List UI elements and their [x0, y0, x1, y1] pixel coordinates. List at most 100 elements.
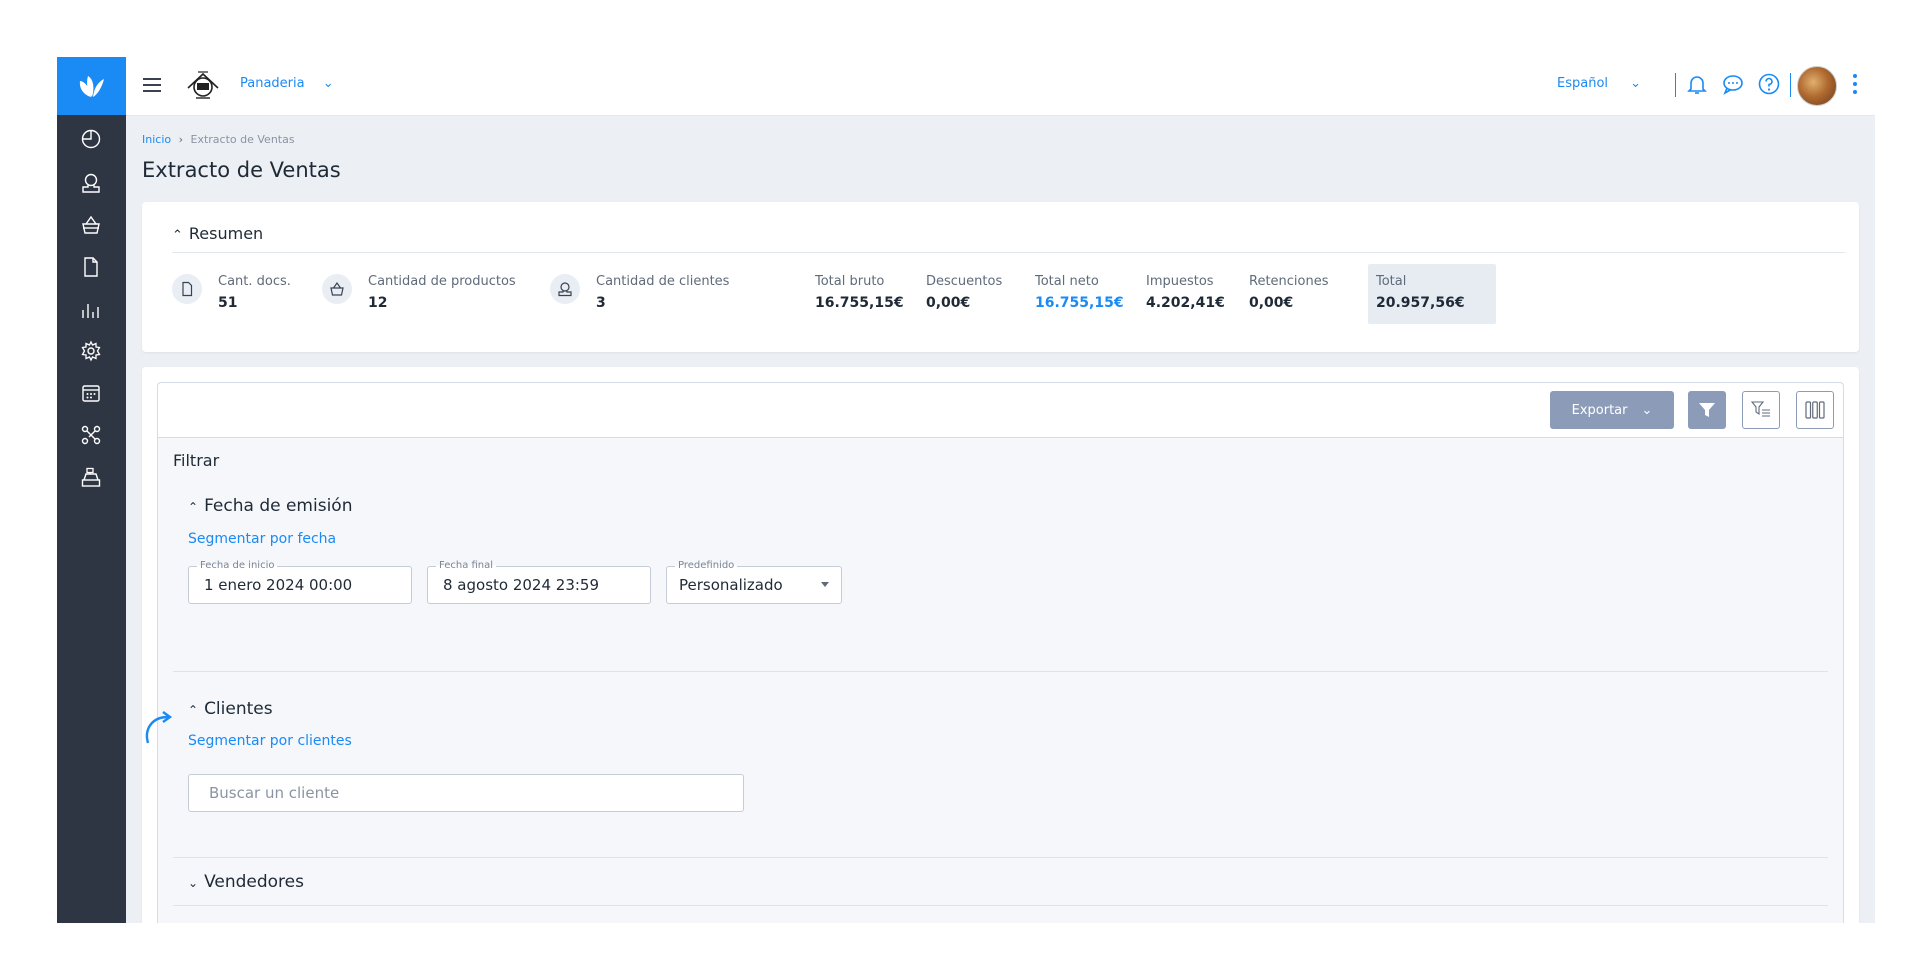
field-label: Fecha final	[436, 560, 497, 571]
menu-icon[interactable]	[143, 76, 161, 92]
breadcrumb-current: Extracto de Ventas	[190, 133, 295, 146]
stat-net: Total neto 16.755,15€	[1035, 274, 1124, 311]
document-icon[interactable]	[79, 255, 103, 279]
cash-register-icon[interactable]	[79, 465, 103, 489]
company-name: Panaderia	[240, 76, 305, 91]
stat-label: Total neto	[1035, 274, 1099, 289]
app-window: Panaderia ⌄ Español ⌄ Inicio › Extracto …	[57, 57, 1875, 923]
more-vertical-icon[interactable]	[1852, 74, 1858, 96]
chevron-up-icon: ⌃	[172, 228, 183, 243]
sellers-section-title: Vendedores	[204, 872, 304, 892]
chevron-down-icon: ⌄	[1641, 402, 1653, 418]
app-logo[interactable]	[57, 57, 126, 115]
toolbar: Exportar ⌄	[158, 383, 1843, 438]
basket-icon[interactable]	[79, 213, 103, 237]
stat-docs: Cant. docs. 51	[218, 274, 291, 311]
sellers-section-toggle[interactable]: ⌄ Vendedores	[188, 872, 304, 892]
stat-discounts: Descuentos 0,00€	[926, 274, 1002, 311]
calendar-icon[interactable]	[79, 381, 103, 405]
divider	[1790, 73, 1791, 97]
stat-value: 3	[596, 295, 606, 311]
filter-button[interactable]	[1688, 391, 1726, 429]
stat-label: Total	[1376, 274, 1407, 289]
columns-icon	[1805, 401, 1825, 419]
dropdown-arrow-icon	[821, 582, 829, 587]
segment-by-date-link[interactable]: Segmentar por fecha	[188, 531, 336, 547]
stat-value: 0,00€	[926, 295, 971, 311]
export-button[interactable]: Exportar ⌄	[1550, 391, 1674, 429]
filter-settings-button[interactable]	[1742, 391, 1780, 429]
summary-toggle[interactable]: ⌃ Resumen	[172, 224, 263, 243]
help-icon[interactable]	[1757, 72, 1781, 96]
stat-total: Total 20.957,56€	[1376, 274, 1465, 311]
preset-select[interactable]: Predefinido Personalizado	[666, 560, 842, 604]
sidebar	[57, 115, 126, 923]
start-date-field[interactable]: Fecha de inicio 1 enero 2024 00:00	[188, 560, 412, 604]
clients-section-toggle[interactable]: ⌃ Clientes	[188, 699, 273, 719]
bell-icon[interactable]	[1685, 72, 1709, 96]
columns-button[interactable]	[1796, 391, 1834, 429]
stat-products: Cantidad de productos 12	[368, 274, 516, 311]
stat-value: 0,00€	[1249, 295, 1294, 311]
filter-list-icon	[1751, 401, 1770, 417]
curved-arrow-icon	[142, 703, 186, 747]
breadcrumb: Inicio › Extracto de Ventas	[142, 133, 295, 146]
integrations-icon[interactable]	[79, 423, 103, 447]
stat-label: Cantidad de productos	[368, 274, 516, 289]
chevron-up-icon: ⌃	[188, 703, 199, 717]
breadcrumb-home[interactable]: Inicio	[142, 133, 171, 146]
date-section-title: Fecha de emisión	[204, 496, 353, 516]
main-content: Inicio › Extracto de Ventas Extracto de …	[126, 115, 1875, 923]
user-icon	[550, 274, 580, 304]
divider	[172, 252, 1845, 253]
date-section-toggle[interactable]: ⌃ Fecha de emisión	[188, 496, 352, 516]
filter-icon	[1699, 403, 1715, 417]
company-logo	[184, 66, 222, 104]
client-search-input[interactable]: Buscar un cliente	[188, 774, 744, 812]
basket-icon	[322, 274, 352, 304]
stat-value: 4.202,41€	[1146, 295, 1225, 311]
stat-label: Descuentos	[926, 274, 1003, 289]
divider	[173, 857, 1828, 858]
breadcrumb-separator: ›	[178, 133, 184, 146]
stat-label: Cant. docs.	[218, 274, 291, 289]
user-icon[interactable]	[79, 171, 103, 195]
avatar[interactable]	[1797, 66, 1837, 106]
export-label: Exportar	[1571, 402, 1628, 418]
field-value: 1 enero 2024 00:00	[204, 576, 353, 594]
stat-label: Retenciones	[1249, 274, 1329, 289]
document-icon	[172, 274, 202, 304]
chevron-down-icon: ⌄	[1630, 76, 1642, 91]
end-date-field[interactable]: Fecha final 8 agosto 2024 23:59	[427, 560, 651, 604]
divider	[1675, 73, 1676, 97]
stat-taxes: Impuestos 4.202,41€	[1146, 274, 1225, 311]
stat-label: Cantidad de clientes	[596, 274, 730, 289]
clients-section-title: Clientes	[204, 699, 273, 719]
stat-label: Total bruto	[815, 274, 885, 289]
summary-title: Resumen	[188, 224, 264, 243]
leaf-logo-icon	[79, 76, 104, 97]
bar-chart-icon[interactable]	[79, 297, 103, 321]
stat-gross: Total bruto 16.755,15€	[815, 274, 904, 311]
filter-title: Filtrar	[173, 451, 220, 470]
field-value: 8 agosto 2024 23:59	[443, 576, 600, 594]
divider	[173, 905, 1828, 906]
gear-icon[interactable]	[79, 339, 103, 363]
stat-withholdings: Retenciones 0,00€	[1249, 274, 1329, 311]
language-selector[interactable]: Español ⌄	[1557, 76, 1641, 91]
stat-value: 16.755,15€	[1035, 295, 1124, 311]
stat-value: 20.957,56€	[1376, 295, 1465, 311]
segment-by-clients-link[interactable]: Segmentar por clientes	[188, 733, 352, 749]
field-label: Fecha de inicio	[197, 560, 278, 571]
page-title: Extracto de Ventas	[142, 158, 341, 182]
company-selector[interactable]: Panaderia ⌄	[240, 76, 334, 91]
divider	[173, 671, 1828, 672]
chat-icon[interactable]	[1721, 72, 1745, 96]
dashboard-icon[interactable]	[79, 127, 103, 151]
report-card: Exportar ⌄ Filtrar ⌃ Fecha de emisión Se…	[142, 367, 1859, 923]
field-label: Predefinido	[675, 560, 738, 571]
chevron-down-icon: ⌄	[188, 876, 199, 890]
field-value: Personalizado	[679, 576, 783, 594]
report-panel: Exportar ⌄ Filtrar ⌃ Fecha de emisión Se…	[145, 382, 1844, 923]
language-label: Español	[1557, 76, 1609, 91]
